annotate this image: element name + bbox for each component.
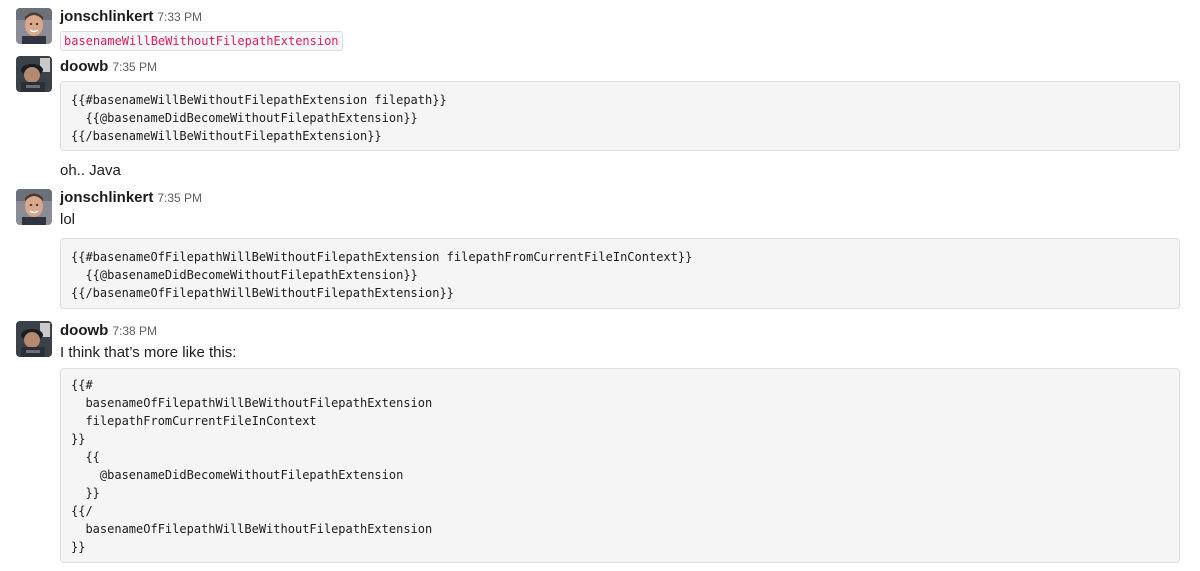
timestamp[interactable]: 7:33 PM [157, 10, 202, 24]
code-line: }} [71, 540, 86, 554]
author-name[interactable]: jonschlinkert [60, 8, 153, 25]
message-header: doowb 7:35 PM [60, 58, 157, 76]
author-name[interactable]: jonschlinkert [60, 189, 153, 206]
author-name[interactable]: doowb [60, 322, 108, 339]
code-line: basenameOfFilepathWillBeWithoutFilepathE… [71, 396, 433, 410]
avatar-jonschlinkert[interactable] [16, 8, 52, 44]
message-text: oh.. Java [60, 162, 121, 179]
code-block: {{# basenameOfFilepathWillBeWithoutFilep… [60, 368, 1180, 563]
code-line: {{@basenameDidBecomeWithoutFilepathExten… [71, 268, 418, 282]
code-line: basenameOfFilepathWillBeWithoutFilepathE… [71, 522, 433, 536]
message-header: doowb 7:38 PM [60, 322, 157, 340]
inline-code: basenameWillBeWithoutFilepathExtension [60, 31, 343, 51]
code-line: {{# [71, 378, 93, 392]
message-header: jonschlinkert 7:35 PM [60, 189, 202, 207]
code-line: {{#basenameWillBeWithoutFilepathExtensio… [71, 93, 447, 107]
code-line: {{ [71, 450, 100, 464]
code-line: {{@basenameDidBecomeWithoutFilepathExten… [71, 111, 418, 125]
message-header: jonschlinkert 7:33 PM [60, 8, 202, 26]
code-block: {{#basenameOfFilepathWillBeWithoutFilepa… [60, 238, 1180, 309]
message-text: lol [60, 211, 76, 228]
timestamp[interactable]: 7:35 PM [112, 60, 157, 74]
code-line: {{/basenameOfFilepathWillBeWithoutFilepa… [71, 286, 454, 300]
code-line: }} [71, 432, 86, 446]
message-text: I think that’s more like this: [60, 344, 237, 361]
avatar-jonschlinkert[interactable] [16, 189, 52, 225]
avatar-doowb[interactable] [16, 56, 52, 92]
code-line: {{/basenameWillBeWithoutFilepathExtensio… [71, 129, 382, 143]
code-line: {{#basenameOfFilepathWillBeWithoutFilepa… [71, 250, 693, 264]
code-line: filepathFromCurrentFileInContext [71, 414, 317, 428]
timestamp[interactable]: 7:35 PM [157, 191, 202, 205]
code-line: }} [71, 486, 100, 500]
code-line: @basenameDidBecomeWithoutFilepathExtensi… [71, 468, 404, 482]
code-line: {{/ [71, 504, 93, 518]
timestamp[interactable]: 7:38 PM [112, 324, 157, 338]
code-block: {{#basenameWillBeWithoutFilepathExtensio… [60, 81, 1180, 151]
avatar-doowb[interactable] [16, 321, 52, 357]
author-name[interactable]: doowb [60, 58, 108, 75]
